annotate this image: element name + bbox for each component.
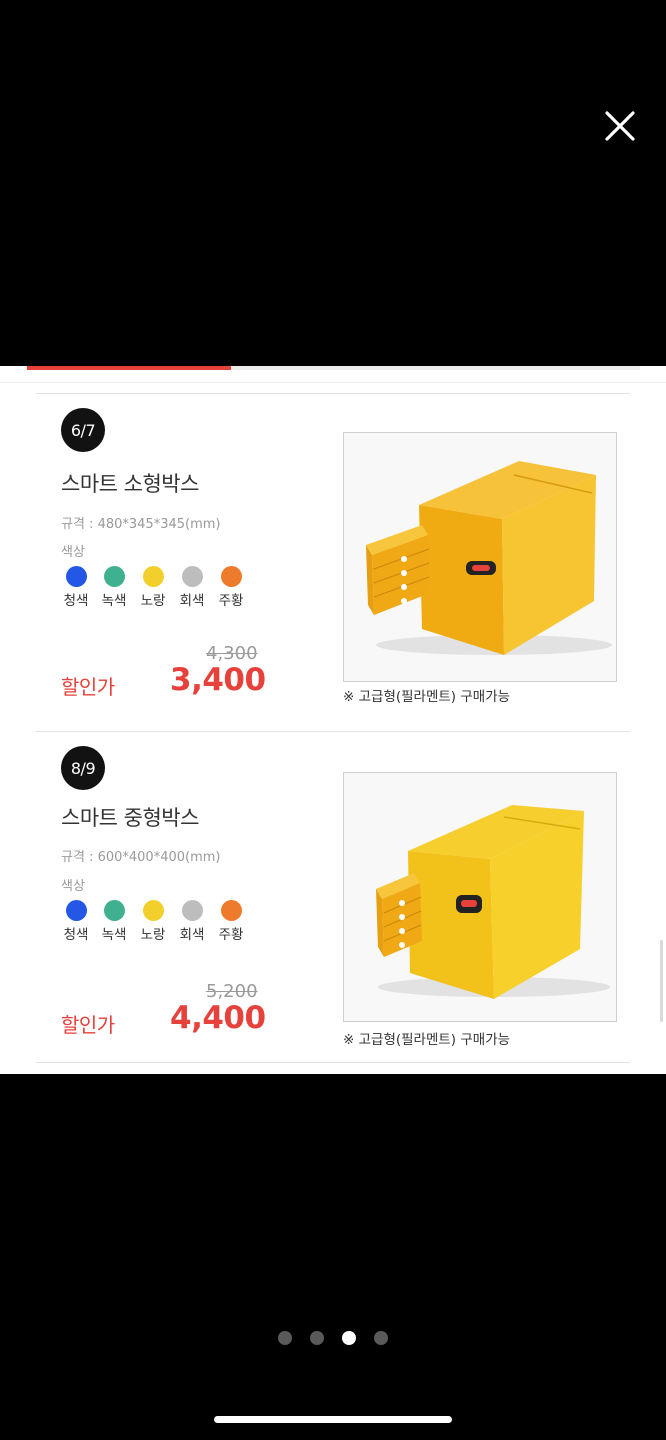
product-spec: 규격 : 480*345*345(mm) [61,517,221,532]
color-dot [66,900,87,921]
product-image [343,432,617,682]
color-name: 청색 [63,927,89,943]
color-name: 노랑 [140,927,166,943]
sale-price: 3,400 [170,662,266,698]
sale-price: 4,400 [170,1000,266,1036]
color-dot [143,566,164,587]
page-dot[interactable] [342,1331,356,1345]
color-option-blue: 청색 [61,564,97,610]
color-option-gray: 회색 [177,564,213,610]
color-dot [221,566,242,587]
color-dot [221,900,242,921]
color-option-orange: 주황 [216,564,252,610]
original-price: 4,300 [206,643,258,664]
color-option-blue: 청색 [61,898,97,944]
color-label: 색상 [61,879,85,894]
color-dot [182,566,203,587]
product-number-badge: 8/9 [61,746,105,790]
close-button[interactable] [600,106,640,146]
close-icon [605,111,635,141]
color-label: 색상 [61,545,85,560]
color-options: 청색 녹색 노랑 회색 주황 [61,898,251,944]
yellow-box-image [344,433,616,681]
vertical-scrollbar[interactable] [660,940,663,1022]
color-option-orange: 주황 [216,898,252,944]
color-name: 주황 [218,927,244,943]
color-name: 회색 [179,927,205,943]
sale-label: 할인가 [61,675,115,699]
color-dot [104,900,125,921]
product-title: 스마트 소형박스 [61,472,199,496]
color-option-green: 녹색 [99,898,135,944]
color-dot [182,900,203,921]
original-price: 5,200 [206,981,258,1002]
product-image [343,772,617,1022]
color-dot [143,900,164,921]
color-name: 노랑 [140,593,166,609]
image-caption: ※ 고급형(필라멘트) 구매가능 [343,689,511,705]
color-option-gray: 회색 [177,898,213,944]
image-caption: ※ 고급형(필라멘트) 구매가능 [343,1032,511,1048]
page-dot[interactable] [278,1331,292,1345]
color-name: 녹색 [101,593,127,609]
color-dot [104,566,125,587]
color-options: 청색 녹색 노랑 회색 주황 [61,564,251,610]
product-number-badge: 6/7 [61,408,105,452]
divider [0,382,666,383]
color-option-yellow: 노랑 [138,564,174,610]
color-name: 회색 [179,593,205,609]
yellow-box-image [344,773,616,1021]
color-name: 녹색 [101,927,127,943]
color-option-yellow: 노랑 [138,898,174,944]
product-card: 6/7 스마트 소형박스 규격 : 480*345*345(mm) 색상 청색 … [36,393,630,725]
product-card: 8/9 스마트 중형박스 규격 : 600*400*400(mm) 색상 청색 … [36,731,630,1063]
product-title: 스마트 중형박스 [61,806,199,830]
horizontal-scroll-track[interactable] [27,366,640,370]
pagination-dots [278,1331,390,1345]
page-dot[interactable] [310,1331,324,1345]
product-image-viewer: 6/7 스마트 소형박스 규격 : 480*345*345(mm) 색상 청색 … [0,366,666,1074]
color-dot [66,566,87,587]
home-indicator[interactable] [214,1416,452,1423]
page-dot[interactable] [374,1331,388,1345]
color-option-green: 녹색 [99,564,135,610]
color-name: 청색 [63,593,89,609]
product-spec: 규격 : 600*400*400(mm) [61,850,221,865]
horizontal-scroll-thumb[interactable] [27,366,232,370]
color-name: 주황 [218,593,244,609]
sale-label: 할인가 [61,1013,115,1037]
